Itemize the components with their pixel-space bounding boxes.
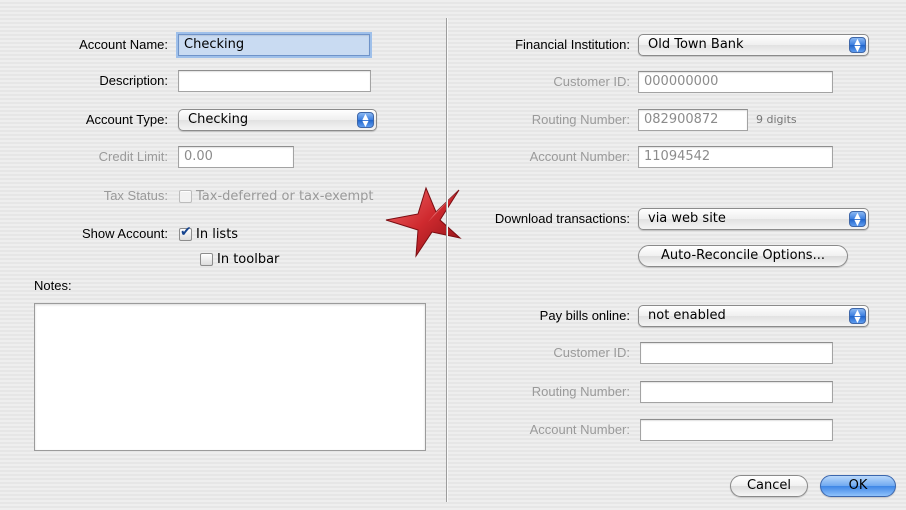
notes-label: Notes: <box>34 278 72 293</box>
checkbox-icon <box>179 189 192 203</box>
customer-id-field[interactable]: 000000000 <box>638 71 833 93</box>
checkbox-icon <box>200 252 213 266</box>
show-account-label: Show Account: <box>82 226 168 241</box>
account-number-field[interactable]: 11094542 <box>638 146 833 168</box>
download-transactions-label: Download transactions: <box>494 211 630 226</box>
routing-number-label: Routing Number: <box>531 112 630 127</box>
routing-number-field[interactable]: 082900872 <box>638 109 748 131</box>
pay-bills-online-value: not enabled <box>648 308 726 323</box>
account-number-label: Account Number: <box>529 149 630 164</box>
pay-bills-online-label: Pay bills online: <box>539 308 630 323</box>
column-divider <box>446 18 447 502</box>
financial-institution-popup[interactable]: Old Town Bank ▲ ▼ <box>638 34 869 56</box>
tax-deferred-checkbox[interactable]: Tax-deferred or tax-exempt <box>179 186 373 206</box>
in-toolbar-checkbox[interactable]: In toolbar <box>200 249 279 269</box>
bill-routing-number-field[interactable] <box>640 381 833 403</box>
account-name-field[interactable]: Checking <box>178 34 370 56</box>
bill-routing-number-label: Routing Number: <box>531 384 630 399</box>
credit-limit-label: Credit Limit: <box>98 149 168 164</box>
bill-customer-id-label: Customer ID: <box>553 345 630 360</box>
bill-account-number-label: Account Number: <box>529 422 630 437</box>
credit-limit-field[interactable]: 0.00 <box>178 146 294 168</box>
red-star-icon <box>385 186 462 258</box>
bill-account-number-field[interactable] <box>640 419 833 441</box>
download-transactions-popup[interactable]: via web site ▲ ▼ <box>638 208 869 230</box>
checkbox-checked-icon <box>179 224 192 241</box>
bill-customer-id-field[interactable] <box>640 342 833 364</box>
notes-textarea[interactable] <box>34 303 426 451</box>
in-toolbar-label: In toolbar <box>217 251 280 267</box>
popup-arrows-icon: ▲ ▼ <box>849 211 866 227</box>
in-lists-checkbox[interactable]: In lists <box>179 224 238 244</box>
in-lists-label: In lists <box>196 226 239 242</box>
customer-id-label: Customer ID: <box>553 74 630 89</box>
description-field[interactable] <box>178 70 371 92</box>
popup-arrows-icon: ▲ ▼ <box>849 37 866 53</box>
ok-button[interactable]: OK <box>820 475 896 497</box>
description-label: Description: <box>99 73 168 88</box>
auto-reconcile-options-button[interactable]: Auto-Reconcile Options... <box>638 245 848 267</box>
tax-status-label: Tax Status: <box>103 188 168 203</box>
account-type-label: Account Type: <box>85 112 168 127</box>
download-transactions-value: via web site <box>648 211 726 226</box>
popup-arrows-icon: ▲ ▼ <box>357 112 374 128</box>
popup-arrows-icon: ▲ ▼ <box>849 308 866 324</box>
cancel-button[interactable]: Cancel <box>730 475 808 497</box>
account-type-value: Checking <box>188 112 249 127</box>
pay-bills-online-popup[interactable]: not enabled ▲ ▼ <box>638 305 869 327</box>
routing-number-hint: 9 digits <box>756 113 797 126</box>
account-type-popup[interactable]: Checking ▲ ▼ <box>178 109 377 131</box>
financial-institution-label: Financial Institution: <box>515 37 630 52</box>
account-name-label: Account Name: <box>79 37 168 52</box>
financial-institution-value: Old Town Bank <box>648 37 744 52</box>
tax-deferred-label: Tax-deferred or tax-exempt <box>196 188 374 204</box>
